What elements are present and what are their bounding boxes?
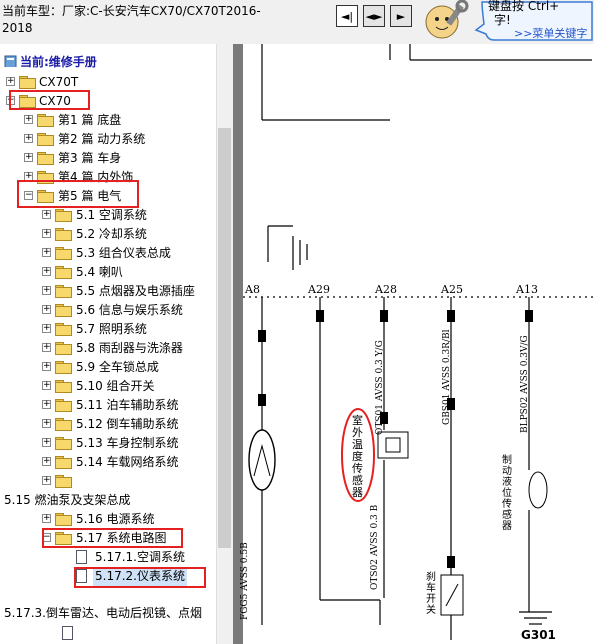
tree-chapter-label: 第2 篇 动力系统 bbox=[58, 132, 146, 146]
tree-section-label: 5.11 泊车辅助系统 bbox=[76, 398, 179, 412]
tip-text-line1: 键盘按 Ctrl+ bbox=[488, 0, 560, 13]
expand-plus-icon[interactable]: + bbox=[42, 419, 51, 428]
ground-label-g301: G301 bbox=[521, 628, 556, 642]
folder-icon bbox=[55, 247, 72, 260]
expand-plus-icon[interactable]: + bbox=[42, 267, 51, 276]
expand-plus-icon[interactable]: + bbox=[42, 457, 51, 466]
pin-label-a28: A28 bbox=[375, 283, 397, 296]
expand-plus-icon[interactable]: + bbox=[42, 248, 51, 257]
tree-floating-label: 5.15 燃油泵及支架总成 bbox=[4, 493, 131, 507]
tree-section-label: 5.8 雨刮器与洗涤器 bbox=[76, 341, 183, 355]
expand-plus-icon[interactable]: + bbox=[42, 476, 51, 485]
expand-plus-icon[interactable]: + bbox=[42, 343, 51, 352]
component-label-outdoor-temp: 室外温度传感器 bbox=[352, 414, 363, 499]
expand-plus-icon[interactable]: + bbox=[24, 134, 33, 143]
tree-section-label: 5.4 喇叭 bbox=[76, 265, 123, 279]
tree-section-label: 5.9 全车锁总成 bbox=[76, 360, 159, 374]
folder-icon bbox=[37, 152, 54, 165]
wire-label-ots02: OTS02 AVSS 0.3 B bbox=[370, 504, 380, 590]
tree-section-label: 5.16 电源系统 bbox=[76, 512, 155, 526]
expand-plus-icon[interactable]: + bbox=[42, 514, 51, 523]
pin-label-a25: A25 bbox=[441, 283, 463, 296]
tree-doc-label: 5.17.1.空调系统 bbox=[95, 550, 185, 564]
annotation-box-instrument bbox=[74, 567, 206, 588]
folder-icon bbox=[19, 76, 36, 89]
folder-icon bbox=[55, 456, 72, 469]
component-label-brake-fluid: 制动液位传感器 bbox=[502, 455, 512, 532]
folder-icon bbox=[55, 323, 72, 336]
folder-icon bbox=[55, 285, 72, 298]
pin-label-a8: A8 bbox=[245, 283, 260, 296]
folder-icon bbox=[55, 399, 72, 412]
expand-plus-icon[interactable]: + bbox=[6, 77, 15, 86]
pin-label-a13: A13 bbox=[516, 283, 538, 296]
tree-section-label: 5.1 空调系统 bbox=[76, 208, 147, 222]
expand-plus-icon[interactable]: + bbox=[42, 210, 51, 219]
annotation-box-cx70 bbox=[9, 90, 90, 110]
tree-bottom-label: 5.17.3.倒车雷达、电动后视镜、点烟 bbox=[4, 606, 202, 620]
manual-tree-sidebar: 当前:维修手册 + CX70T − CX70 + 第1 篇 底盘 + 第2 篇 … bbox=[0, 44, 233, 644]
shortcut-tip-bubble: 键盘按 Ctrl+ 字! >>菜单关键字 bbox=[474, 0, 594, 44]
folder-icon bbox=[55, 266, 72, 279]
tree-section-label: 5.6 信息与娱乐系统 bbox=[76, 303, 183, 317]
pin-label-a29: A29 bbox=[308, 283, 330, 296]
expand-plus-icon[interactable]: + bbox=[24, 153, 33, 162]
expand-plus-icon[interactable]: + bbox=[42, 324, 51, 333]
tip-text-line2: 字! bbox=[494, 13, 511, 27]
top-toolbar: 当前车型：厂家:C-长安汽车CX70/CX70T2016-2018 ◄| ◄► … bbox=[0, 0, 594, 44]
document-icon bbox=[76, 550, 87, 564]
nav-toggle-icon: ◄► bbox=[365, 9, 383, 23]
tree-section-label: 5.3 组合仪表总成 bbox=[76, 246, 171, 260]
tree-section-label: 5.10 组合开关 bbox=[76, 379, 155, 393]
folder-icon bbox=[37, 133, 54, 146]
component-label-brake-switch: 刹车开关 bbox=[426, 572, 436, 616]
mascot-wrench-icon bbox=[425, 0, 469, 39]
folder-icon bbox=[55, 209, 72, 222]
tree-chapter-label: 第1 篇 底盘 bbox=[58, 113, 122, 127]
nav-toggle-button[interactable]: ◄► bbox=[363, 5, 385, 27]
document-icon bbox=[62, 626, 73, 640]
tree-chapter-label: 第3 篇 车身 bbox=[58, 151, 122, 165]
folder-icon bbox=[55, 380, 72, 393]
tree-root-label: 当前:维修手册 bbox=[20, 55, 97, 69]
wire-label-fgg5: FGG5 AVSS 0.5B bbox=[240, 542, 250, 620]
folder-icon bbox=[55, 361, 72, 374]
wire-label-ots01: OTS01 AVSS 0.3 Y/G bbox=[375, 340, 385, 435]
expand-plus-icon[interactable]: + bbox=[42, 400, 51, 409]
expand-plus-icon[interactable]: + bbox=[42, 229, 51, 238]
folder-icon bbox=[55, 228, 72, 241]
folder-icon bbox=[55, 513, 72, 526]
vehicle-model-label: 当前车型：厂家:C-长安汽车CX70/CX70T2016-2018 bbox=[2, 4, 261, 35]
sidebar-scroll-thumb[interactable] bbox=[218, 128, 231, 548]
tree-section-label: 5.5 点烟器及电源插座 bbox=[76, 284, 195, 298]
tip-keyword-link[interactable]: >>菜单关键字 bbox=[514, 27, 587, 40]
folder-icon bbox=[55, 475, 72, 488]
expand-plus-icon[interactable]: + bbox=[42, 381, 51, 390]
expand-plus-icon[interactable]: + bbox=[42, 362, 51, 371]
annotation-box-circuit bbox=[42, 528, 183, 548]
expand-plus-icon[interactable]: + bbox=[42, 286, 51, 295]
folder-icon bbox=[37, 114, 54, 127]
wire-label-gbs01: GBS01 AVSS 0.3R/Bl bbox=[442, 329, 452, 425]
tree-section-label: 5.2 冷却系统 bbox=[76, 227, 147, 241]
annotation-box-electrical bbox=[17, 180, 139, 208]
wire-label-blps02: BLPS02 AVSS 0.3V/G bbox=[520, 335, 530, 433]
expand-plus-icon[interactable]: + bbox=[42, 438, 51, 447]
folder-icon bbox=[55, 418, 72, 431]
folder-icon bbox=[55, 304, 72, 317]
nav-next-button[interactable]: ► bbox=[390, 5, 412, 27]
tree-section-label: 5.12 倒车辅助系统 bbox=[76, 417, 179, 431]
nav-next-icon: ► bbox=[396, 9, 406, 23]
folder-icon bbox=[55, 437, 72, 450]
expand-plus-icon[interactable]: + bbox=[24, 115, 33, 124]
tree-section-label: 5.13 车身控制系统 bbox=[76, 436, 179, 450]
expand-plus-icon[interactable]: + bbox=[42, 305, 51, 314]
tree-section-label: 5.7 照明系统 bbox=[76, 322, 147, 336]
folder-icon bbox=[55, 342, 72, 355]
nav-first-icon: ◄| bbox=[340, 9, 354, 23]
wiring-diagram bbox=[243, 44, 594, 644]
tree-section-label: 5.14 车载网络系统 bbox=[76, 455, 179, 469]
manual-book-icon bbox=[4, 55, 17, 67]
nav-first-button[interactable]: ◄| bbox=[336, 5, 358, 27]
